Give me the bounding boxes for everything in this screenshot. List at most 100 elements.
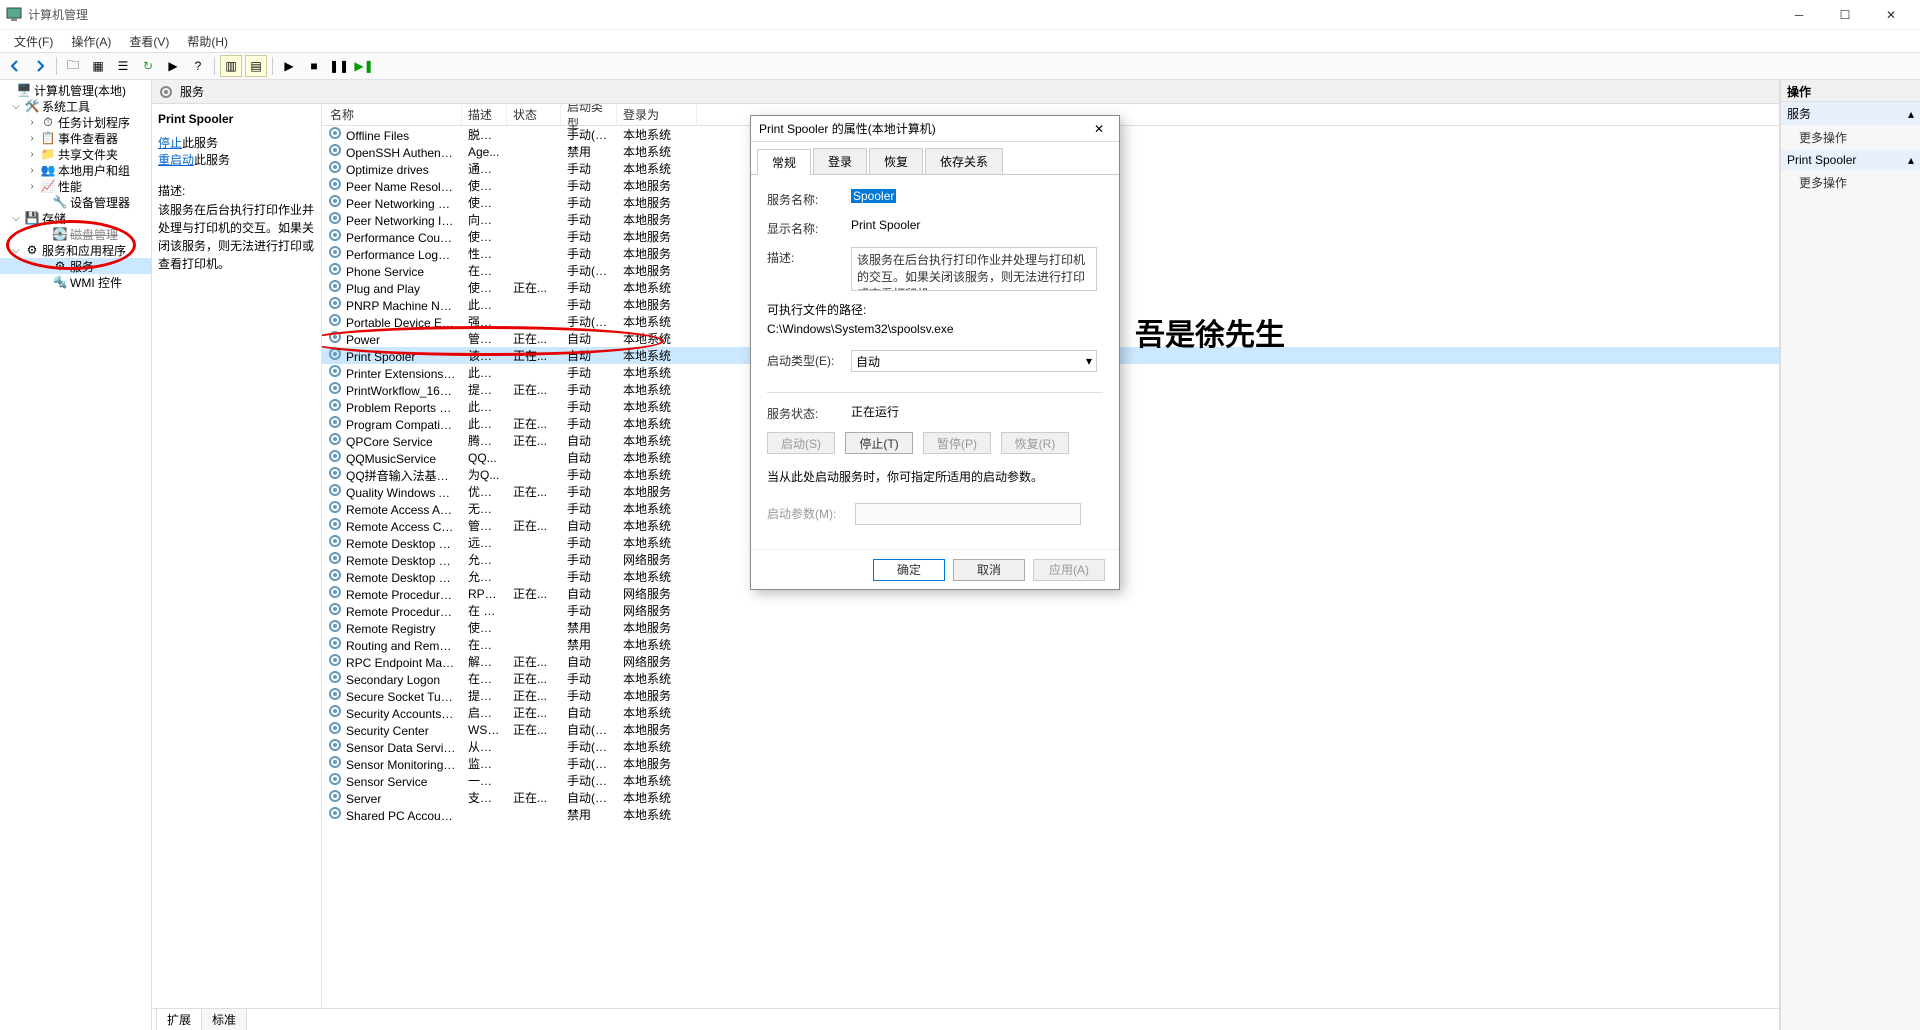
col-startup[interactable]: 启动类型 [561,104,617,125]
dialog-footer: 确定 取消 应用(A) [751,549,1119,589]
center-header-title: 服务 [180,83,204,100]
tree-services[interactable]: ⚙服务 [0,258,151,274]
desc-text: 该服务在后台执行打印作业并处理与打印机的交互。如果关闭该服务，则无法进行打印或查… [158,201,315,273]
tree-device-manager[interactable]: 🔧设备管理器 [0,194,151,210]
service-row[interactable]: Sensor Monitoring Service监视...手动(触发...本地… [322,755,1779,772]
actions-section-services[interactable]: 服务▴ [1781,102,1920,125]
service-row[interactable]: RPC Endpoint Mapper解析 ...正在...自动网络服务 [322,653,1779,670]
toolbar-separator [272,57,273,75]
lbl-service-name: 服务名称: [767,189,851,208]
dialog-titlebar[interactable]: Print Spooler 的属性(本地计算机) ✕ [751,116,1119,142]
dialog-body: 服务名称: Spooler 显示名称: Print Spooler 描述: 该服… [751,175,1119,549]
actions-section-printspooler[interactable]: Print Spooler▴ [1781,150,1920,170]
forward-button[interactable] [29,55,51,77]
col-logon[interactable]: 登录为 [617,104,697,125]
titlebar: 计算机管理 ─ ☐ ✕ [0,0,1920,30]
menu-action[interactable]: 操作(A) [63,31,119,52]
properties-dialog: Print Spooler 的属性(本地计算机) ✕ 常规 登录 恢复 依存关系… [750,115,1120,590]
tree-shared-folders[interactable]: ›📁共享文件夹 [0,146,151,162]
menu-help[interactable]: 帮助(H) [179,31,236,52]
actions-more-1[interactable]: 更多操作 [1781,125,1920,150]
toolbar-separator [214,57,215,75]
apply-button: 应用(A) [1033,559,1105,581]
play-button[interactable]: ▶ [278,55,300,77]
description-textbox[interactable]: 该服务在后台执行打印作业并处理与打印机的交互。如果关闭该服务，则无法进行打印或查… [851,247,1097,291]
window-title: 计算机管理 [28,6,1776,23]
tab-standard[interactable]: 标准 [201,1008,247,1030]
stop-button[interactable]: ■ [303,55,325,77]
toolbar-separator [56,57,57,75]
menu-view[interactable]: 查看(V) [121,31,177,52]
service-row[interactable]: Shared PC Account Mana...禁用本地系统 [322,806,1779,823]
resume-button: 恢复(R) [1001,432,1069,454]
service-row[interactable]: Server支持...正在...自动(触发...本地系统 [322,789,1779,806]
app-icon [6,7,22,23]
tree-wmi[interactable]: 🔩WMI 控件 [0,274,151,290]
show-hide-tree-button[interactable]: ▦ [87,55,109,77]
startup-note: 当从此处启动服务时，你可指定所适用的启动参数。 [767,468,1103,485]
tree-local-users[interactable]: ›👥本地用户和组 [0,162,151,178]
tree-services-apps[interactable]: ⌵⚙服务和应用程序 [0,242,151,258]
lbl-display-name: 显示名称: [767,218,851,237]
restart-button[interactable]: ▶❚ [353,55,375,77]
pause-button: 暂停(P) [923,432,991,454]
export-button[interactable]: ↻ [137,55,159,77]
tree-system-tools[interactable]: ⌵🛠️系统工具 [0,98,151,114]
dialog-tabs: 常规 登录 恢复 依存关系 [751,142,1119,175]
desc-label: 描述: [158,182,315,199]
properties-button[interactable]: ☰ [112,55,134,77]
tab-extended[interactable]: 扩展 [156,1008,202,1030]
tab-dependencies[interactable]: 依存关系 [925,148,1003,174]
start-button: 启动(S) [767,432,835,454]
minimize-button[interactable]: ─ [1776,0,1822,30]
startup-type-select[interactable]: 自动▾ [851,350,1097,372]
tree-event-viewer[interactable]: ›📋事件查看器 [0,130,151,146]
stop-service-link[interactable]: 停止 [158,136,182,150]
service-row[interactable]: Security CenterWSC...正在...自动(延迟...本地服务 [322,721,1779,738]
menubar: 文件(F) 操作(A) 查看(V) 帮助(H) [0,30,1920,52]
service-row[interactable]: Routing and Remote Acc...在局...禁用本地系统 [322,636,1779,653]
maximize-button[interactable]: ☐ [1822,0,1868,30]
tab-recovery[interactable]: 恢复 [869,148,923,174]
refresh-button[interactable]: ▶ [162,55,184,77]
selected-service-name: Print Spooler [158,112,315,126]
service-row[interactable]: Remote Registry使远...禁用本地服务 [322,619,1779,636]
service-row[interactable]: Remote Procedure Call (...在 W...手动网络服务 [322,602,1779,619]
service-row[interactable]: Sensor Service一项...手动(触发...本地系统 [322,772,1779,789]
actions-more-2[interactable]: 更多操作 [1781,170,1920,195]
column-button[interactable]: ▥ [220,55,242,77]
close-button[interactable]: ✕ [1868,0,1914,30]
dialog-close-button[interactable]: ✕ [1087,117,1111,141]
help-button[interactable]: ? [187,55,209,77]
pause-button[interactable]: ❚❚ [328,55,350,77]
tree-pane[interactable]: 🖥️计算机管理(本地) ⌵🛠️系统工具 ›⏱任务计划程序 ›📋事件查看器 ›📁共… [0,80,152,1030]
col-status[interactable]: 状态 [507,104,561,125]
gear-icon [158,84,174,100]
actions-title: 操作 [1781,80,1920,102]
tab-logon[interactable]: 登录 [813,148,867,174]
back-button[interactable] [4,55,26,77]
col-desc[interactable]: 描述 [462,104,507,125]
tree-performance[interactable]: ›📈性能 [0,178,151,194]
lbl-start-params: 启动参数(M): [767,503,855,522]
dialog-title-text: Print Spooler 的属性(本地计算机) [759,120,1087,137]
ok-button[interactable]: 确定 [873,559,945,581]
service-row[interactable]: Secure Socket Tunneling ...提供...正在...手动本… [322,687,1779,704]
tree-storage[interactable]: ⌵💾存储 [0,210,151,226]
tree-root[interactable]: 🖥️计算机管理(本地) [0,82,151,98]
service-row[interactable]: Security Accounts Manag...启动...正在...自动本地… [322,704,1779,721]
service-row[interactable]: Secondary Logon在不...正在...手动本地系统 [322,670,1779,687]
tree-disk-management[interactable]: 💽磁盘管理 [0,226,151,242]
lbl-description: 描述: [767,247,851,266]
val-service-name[interactable]: Spooler [851,189,896,203]
restart-service-link[interactable]: 重启动 [158,153,194,167]
filter-button[interactable]: ▤ [245,55,267,77]
tab-general[interactable]: 常规 [757,149,811,175]
up-button[interactable]: 🗀 [62,55,84,77]
col-name[interactable]: 名称 [322,104,462,125]
stop-button[interactable]: 停止(T) [845,432,913,454]
service-row[interactable]: Sensor Data Service从各...手动(触发...本地系统 [322,738,1779,755]
menu-file[interactable]: 文件(F) [6,31,61,52]
tree-task-scheduler[interactable]: ›⏱任务计划程序 [0,114,151,130]
cancel-button[interactable]: 取消 [953,559,1025,581]
